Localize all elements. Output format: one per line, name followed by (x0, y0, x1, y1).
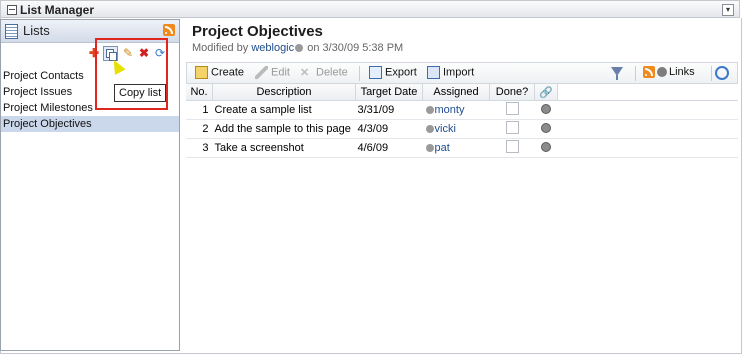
link-icon (657, 67, 667, 78)
edit-button[interactable]: Edit (255, 66, 290, 79)
cell-assigned: vicki (422, 119, 490, 139)
column-header-attachment: 🔗 (534, 84, 558, 101)
pencil-icon (255, 66, 268, 79)
rss-feed-icon[interactable] (163, 24, 175, 36)
links-label: Links (669, 66, 695, 78)
cell-target-date: 3/31/09 (355, 100, 423, 120)
rss-icon (643, 66, 655, 79)
table-row[interactable]: 2 Add the sample to this page 4/3/09 vic… (186, 119, 738, 139)
window-title: List Manager (20, 3, 95, 17)
user-icon (295, 44, 304, 53)
attachment-icon[interactable] (541, 141, 551, 152)
cell-done (489, 100, 535, 120)
column-header-target-date[interactable]: Target Date (355, 84, 423, 101)
modified-info: Modified by weblogic on 3/30/09 5:38 PM (192, 42, 403, 54)
attachment-icon[interactable] (541, 103, 551, 114)
column-header-no[interactable]: No. (186, 84, 213, 101)
toolbar-divider (359, 66, 360, 81)
modified-prefix: Modified by (192, 42, 249, 54)
column-header-description[interactable]: Description (212, 84, 356, 101)
table-row[interactable]: 3 Take a screenshot 4/6/09 pat (186, 138, 738, 158)
lists-panel-title: Lists (23, 23, 50, 38)
table-filler (557, 138, 738, 158)
attachment-icon: 🔗 (539, 86, 553, 99)
links-button[interactable]: Links (643, 66, 695, 79)
page-title: Project Objectives (192, 23, 323, 40)
filter-icon[interactable] (611, 67, 623, 80)
cell-target-date: 4/6/09 (355, 138, 423, 158)
create-button[interactable]: Create (195, 66, 244, 79)
list-detail-panel: Project Objectives Modified by weblogic … (184, 19, 740, 349)
cell-attachment (534, 138, 558, 158)
toolbar-divider (711, 66, 712, 81)
modified-suffix: on 3/30/09 5:38 PM (307, 42, 404, 54)
cell-done (489, 119, 535, 139)
copy-list-tooltip: Copy list (114, 84, 167, 102)
import-label: Import (443, 66, 475, 79)
toolbar-divider (635, 66, 636, 81)
table-filler (557, 84, 738, 101)
delete-button[interactable]: ✕ Delete (300, 66, 348, 79)
cell-assigned: monty (422, 100, 490, 120)
delete-label: Delete (316, 66, 348, 79)
cell-description: Create a sample list (212, 100, 356, 120)
refresh-icon[interactable] (715, 66, 729, 80)
create-label: Create (211, 66, 245, 79)
list-item-selected[interactable]: Project Objectives (1, 116, 179, 132)
delete-icon: ✕ (300, 67, 310, 79)
cell-no: 2 (186, 119, 213, 139)
portlet-icon (7, 5, 17, 15)
cell-assigned: pat (422, 138, 490, 158)
attachment-icon[interactable] (541, 122, 551, 133)
list-toolbar: Create Edit ✕ Delete Export Import Links (186, 62, 738, 84)
cell-target-date: 4/3/09 (355, 119, 423, 139)
assigned-user-link[interactable]: pat (435, 142, 450, 154)
user-icon (425, 144, 434, 153)
edit-label: Edit (271, 66, 290, 79)
column-header-assigned[interactable]: Assigned (422, 84, 490, 101)
cell-attachment (534, 100, 558, 120)
modified-user-link[interactable]: weblogic (251, 42, 294, 54)
export-button[interactable]: Export (369, 66, 417, 79)
table-filler (557, 119, 738, 139)
user-icon (425, 106, 434, 115)
cell-attachment (534, 119, 558, 139)
assigned-user-link[interactable]: monty (435, 104, 465, 116)
cell-no: 3 (186, 138, 213, 158)
import-icon (427, 66, 440, 79)
table-row[interactable]: 1 Create a sample list 3/31/09 monty (186, 100, 738, 120)
export-label: Export (385, 66, 417, 79)
list-icon (5, 24, 18, 39)
import-button[interactable]: Import (427, 66, 474, 79)
user-icon (425, 125, 434, 134)
table-filler (557, 100, 738, 120)
collapse-icon[interactable]: ▾ (722, 4, 734, 16)
column-header-done[interactable]: Done? (489, 84, 535, 101)
cell-done (489, 138, 535, 158)
done-checkbox[interactable] (505, 140, 519, 153)
export-icon (369, 66, 382, 79)
done-checkbox[interactable] (505, 121, 519, 134)
cell-no: 1 (186, 100, 213, 120)
create-icon (195, 66, 208, 79)
assigned-user-link[interactable]: vicki (435, 123, 456, 135)
done-checkbox[interactable] (505, 102, 519, 115)
window-titlebar: List Manager ▾ (0, 0, 740, 18)
cell-description: Add the sample to this page (212, 119, 356, 139)
items-table: No. Description Target Date Assigned Don… (186, 84, 738, 158)
cell-description: Take a screenshot (212, 138, 356, 158)
